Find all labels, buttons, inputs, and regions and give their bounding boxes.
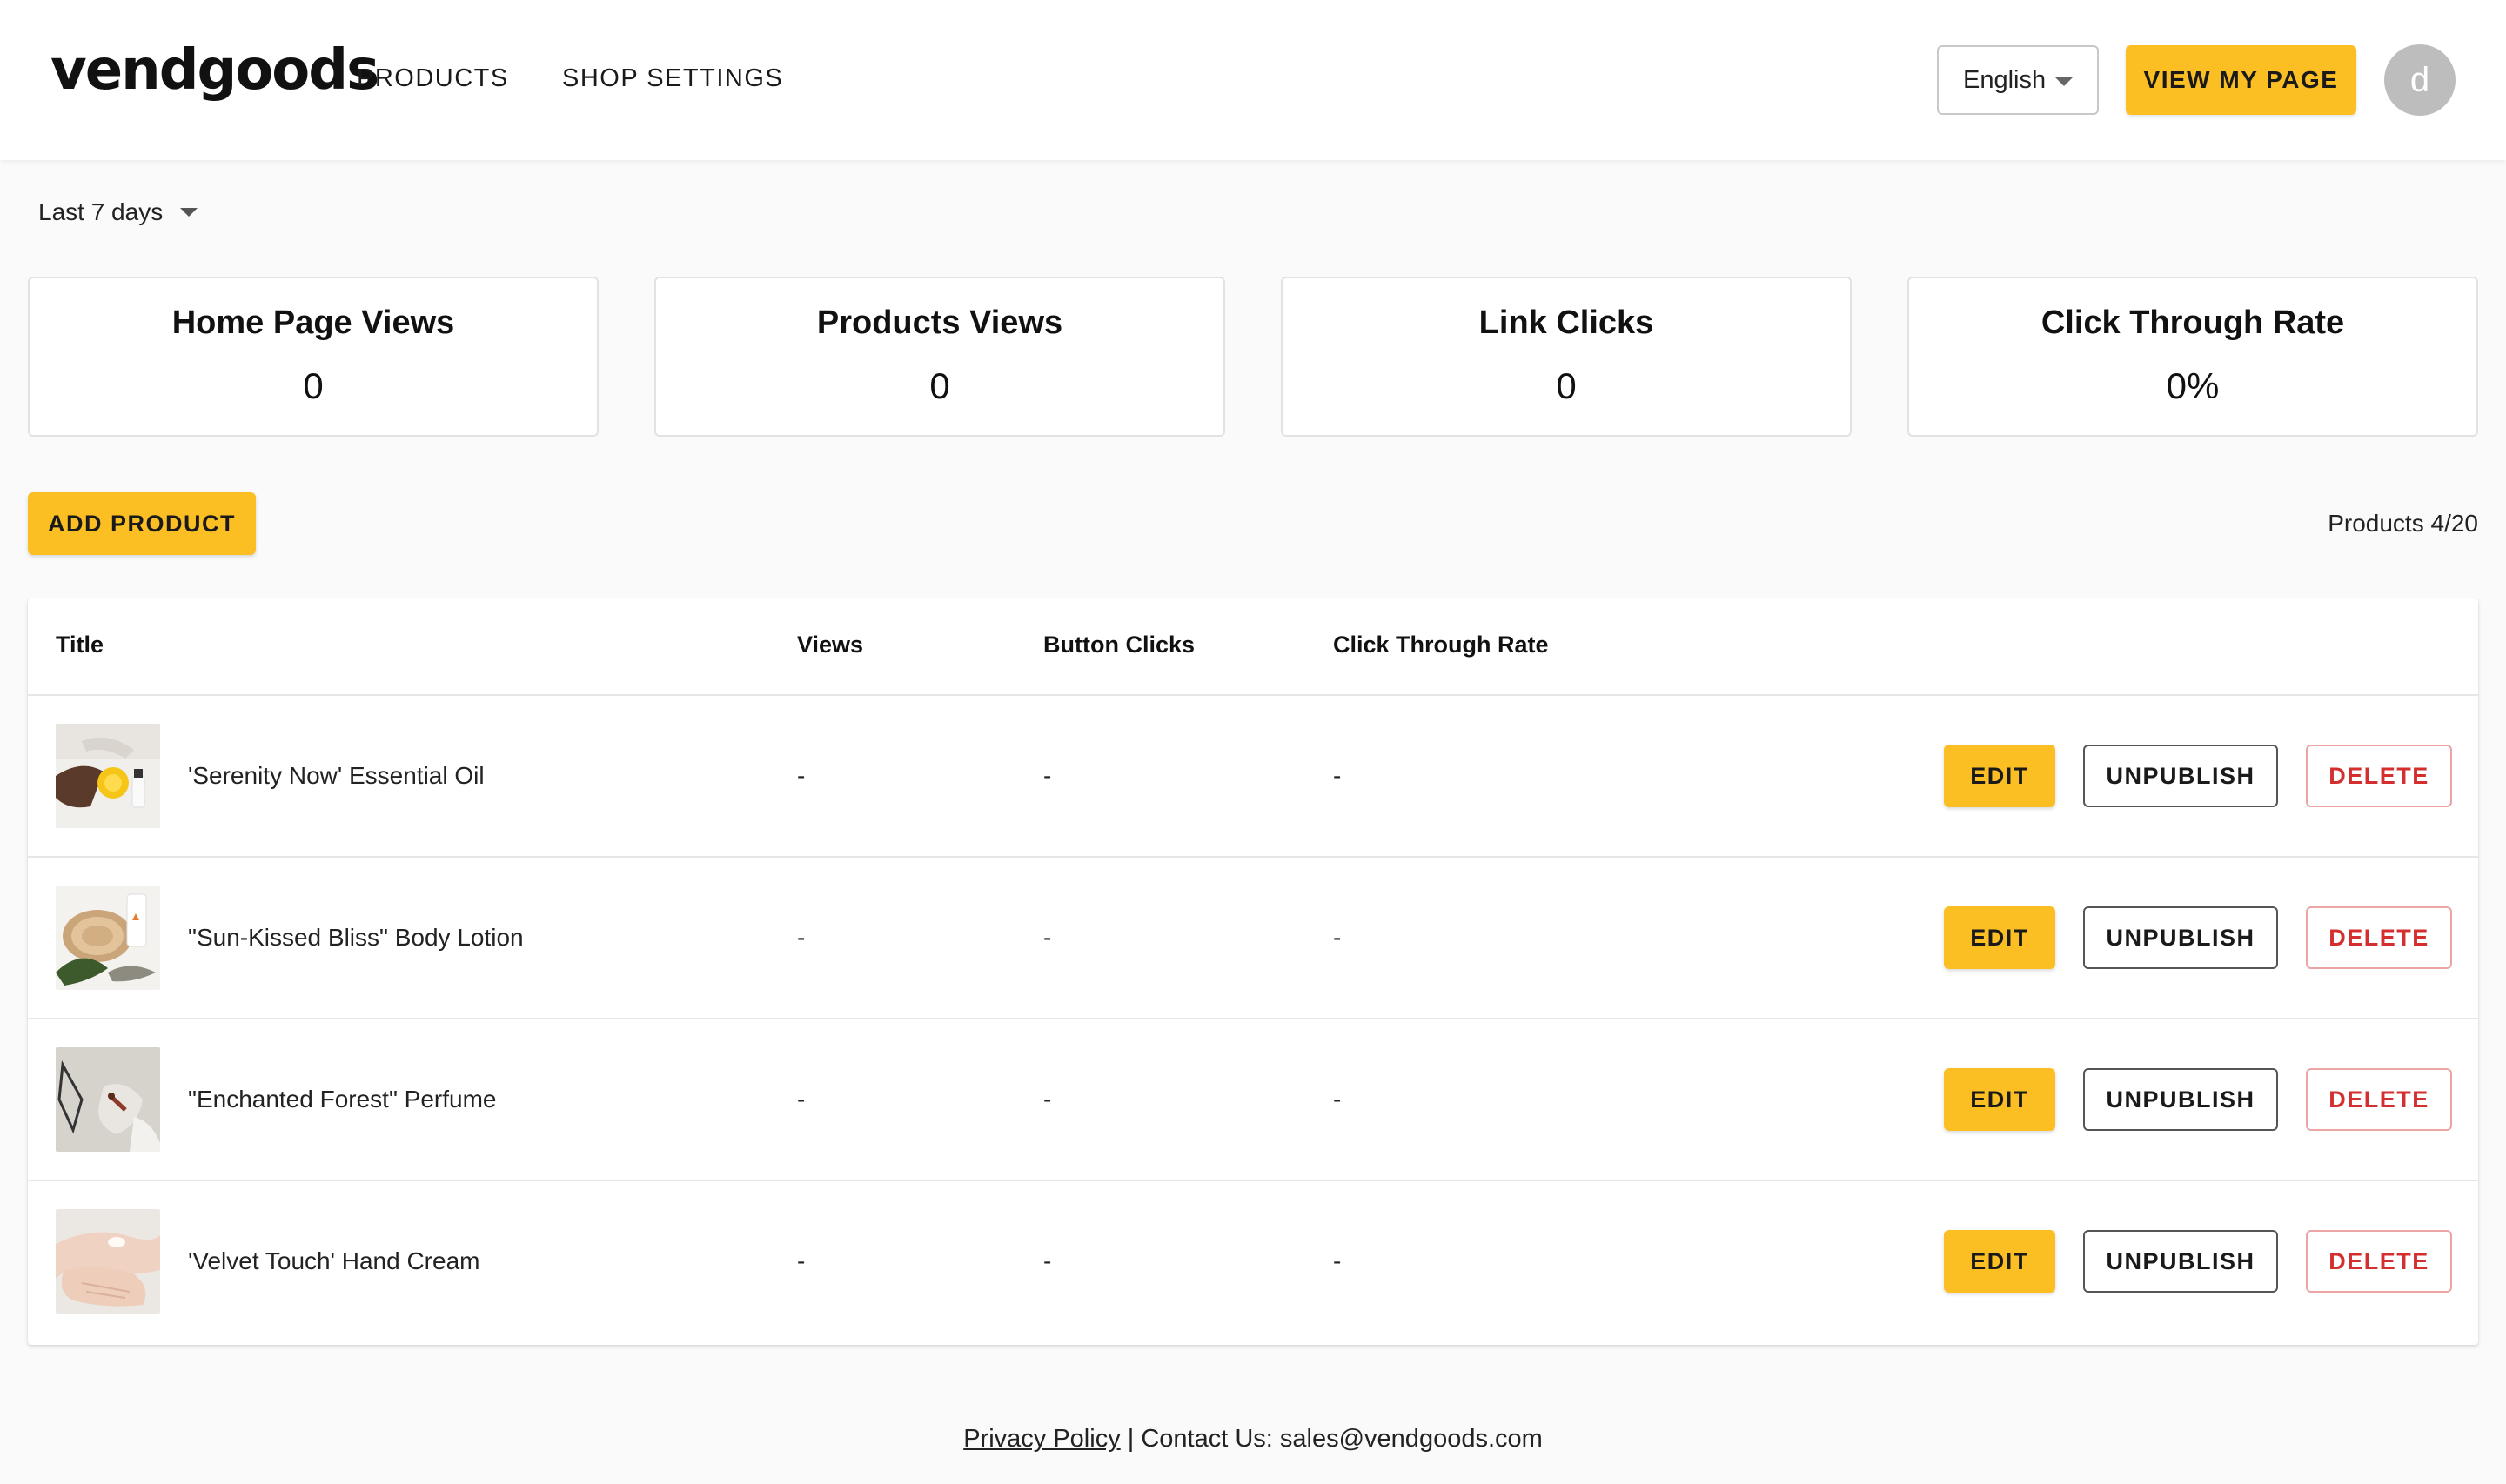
- logo[interactable]: vendgoods: [50, 38, 379, 103]
- product-thumbnail: [56, 1209, 160, 1314]
- products-table: Title Views Button Clicks Click Through …: [28, 598, 2478, 1345]
- unpublish-button[interactable]: UNPUBLISH: [2083, 1230, 2278, 1293]
- edit-button[interactable]: EDIT: [1944, 1230, 2055, 1293]
- body-lotion-image-icon: [56, 886, 160, 990]
- essential-oil-image-icon: [56, 724, 160, 828]
- table-row: 'Velvet Touch' Hand Cream - - - EDIT UNP…: [28, 1181, 2478, 1343]
- avatar[interactable]: d: [2384, 44, 2456, 116]
- footer-separator: |: [1120, 1425, 1142, 1453]
- delete-button[interactable]: DELETE: [2306, 745, 2452, 807]
- unpublish-button[interactable]: UNPUBLISH: [2083, 745, 2278, 807]
- table-row: "Sun-Kissed Bliss" Body Lotion - - - EDI…: [28, 858, 2478, 1019]
- product-views: -: [797, 762, 806, 789]
- unpublish-button[interactable]: UNPUBLISH: [2083, 906, 2278, 969]
- stat-label: Link Clicks: [1478, 304, 1654, 341]
- product-title[interactable]: 'Serenity Now' Essential Oil: [188, 762, 485, 790]
- perfume-image-icon: [56, 1047, 160, 1152]
- stat-label: Products Views: [816, 304, 1063, 341]
- product-ctr: -: [1333, 762, 1342, 789]
- edit-button[interactable]: EDIT: [1944, 906, 2055, 969]
- product-title[interactable]: "Enchanted Forest" Perfume: [188, 1086, 497, 1113]
- stat-value: 0%: [2166, 365, 2220, 406]
- stat-card-link-clicks: Link Clicks 0: [1281, 277, 1852, 437]
- product-views: -: [797, 1247, 806, 1274]
- product-title[interactable]: 'Velvet Touch' Hand Cream: [188, 1247, 479, 1275]
- chevron-down-icon: [180, 208, 198, 217]
- column-header-click-through-rate: Click Through Rate: [1333, 632, 1549, 658]
- hand-cream-image-icon: [56, 1209, 160, 1314]
- table-header: Title Views Button Clicks Click Through …: [28, 598, 2478, 696]
- product-button-clicks: -: [1043, 924, 1052, 951]
- product-views: -: [797, 924, 806, 951]
- stat-card-home-page-views: Home Page Views 0: [28, 277, 599, 437]
- delete-button[interactable]: DELETE: [2306, 1230, 2452, 1293]
- stat-value: 0: [1556, 365, 1577, 406]
- product-views: -: [797, 1086, 806, 1113]
- add-product-button[interactable]: ADD PRODUCT: [28, 492, 256, 555]
- language-value: English: [1963, 65, 2047, 94]
- column-header-button-clicks: Button Clicks: [1043, 632, 1196, 658]
- table-row: 'Serenity Now' Essential Oil - - - EDIT …: [28, 696, 2478, 858]
- stat-value: 0: [929, 365, 950, 406]
- language-select[interactable]: English: [1937, 45, 2099, 115]
- product-button-clicks: -: [1043, 1247, 1052, 1274]
- unpublish-button[interactable]: UNPUBLISH: [2083, 1068, 2278, 1131]
- product-ctr: -: [1333, 1086, 1342, 1113]
- edit-button[interactable]: EDIT: [1944, 745, 2055, 807]
- product-button-clicks: -: [1043, 762, 1052, 789]
- product-title[interactable]: "Sun-Kissed Bliss" Body Lotion: [188, 924, 524, 952]
- period-select[interactable]: Last 7 days: [38, 198, 198, 226]
- product-ctr: -: [1333, 924, 1342, 951]
- column-header-views: Views: [797, 632, 864, 658]
- chevron-down-icon: [2055, 77, 2073, 86]
- table-row: "Enchanted Forest" Perfume - - - EDIT UN…: [28, 1019, 2478, 1181]
- privacy-policy-link[interactable]: Privacy Policy: [963, 1425, 1121, 1453]
- stat-label: Home Page Views: [171, 304, 455, 341]
- edit-button[interactable]: EDIT: [1944, 1068, 2055, 1131]
- delete-button[interactable]: DELETE: [2306, 1068, 2452, 1131]
- stat-card-click-through-rate: Click Through Rate 0%: [1907, 277, 2478, 437]
- nav-shop-settings[interactable]: SHOP SETTINGS: [562, 64, 783, 93]
- stat-card-products-views: Products Views 0: [654, 277, 1225, 437]
- view-my-page-button[interactable]: VIEW MY PAGE: [2126, 45, 2356, 115]
- stat-label: Click Through Rate: [2040, 304, 2345, 341]
- product-ctr: -: [1333, 1247, 1342, 1274]
- product-thumbnail: [56, 886, 160, 990]
- footer: Privacy Policy | Contact Us: sales@vendg…: [0, 1425, 2506, 1454]
- product-thumbnail: [56, 1047, 160, 1152]
- contact-text: Contact Us: sales@vendgoods.com: [1141, 1425, 1543, 1453]
- column-header-title: Title: [56, 632, 104, 658]
- top-app-bar: vendgoods PRODUCTS SHOP SETTINGS English…: [0, 0, 2506, 160]
- product-thumbnail: [56, 724, 160, 828]
- delete-button[interactable]: DELETE: [2306, 906, 2452, 969]
- products-count: Products 4/20: [2328, 510, 2478, 537]
- stat-value: 0: [303, 365, 324, 406]
- period-value: Last 7 days: [38, 198, 164, 225]
- product-button-clicks: -: [1043, 1086, 1052, 1113]
- nav-products[interactable]: PRODUCTS: [357, 64, 509, 93]
